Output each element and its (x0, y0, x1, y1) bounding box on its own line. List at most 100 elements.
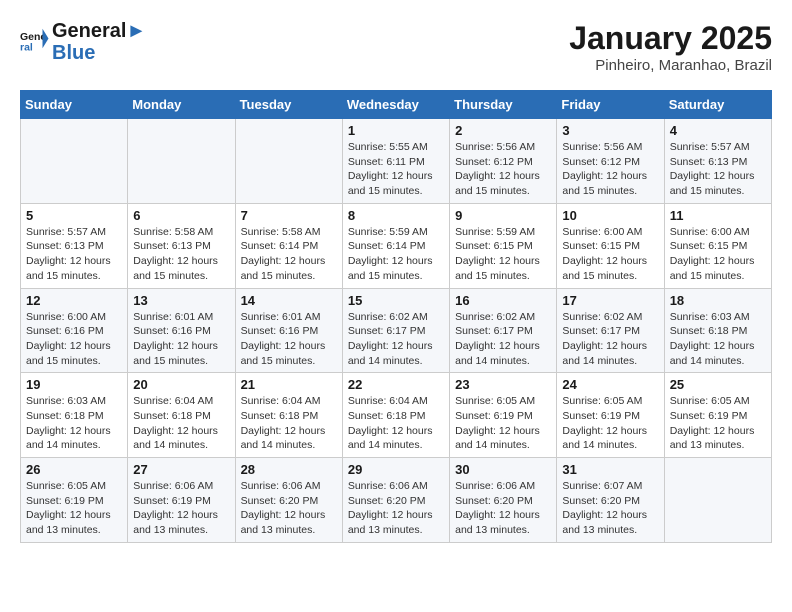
day-detail: Sunrise: 5:59 AM Sunset: 6:14 PM Dayligh… (348, 225, 444, 284)
day-detail: Sunrise: 6:01 AM Sunset: 6:16 PM Dayligh… (241, 310, 337, 369)
day-number: 21 (241, 377, 337, 392)
day-number: 25 (670, 377, 766, 392)
calendar-table: Sunday Monday Tuesday Wednesday Thursday… (20, 90, 772, 543)
day-number: 2 (455, 123, 551, 138)
day-detail: Sunrise: 6:02 AM Sunset: 6:17 PM Dayligh… (562, 310, 658, 369)
day-detail: Sunrise: 6:00 AM Sunset: 6:15 PM Dayligh… (562, 225, 658, 284)
table-row: 25 Sunrise: 6:05 AM Sunset: 6:19 PM Dayli… (664, 373, 771, 458)
col-saturday: Saturday (664, 91, 771, 119)
day-number: 3 (562, 123, 658, 138)
day-number: 6 (133, 208, 229, 223)
day-number: 11 (670, 208, 766, 223)
table-row: 27 Sunrise: 6:06 AM Sunset: 6:19 PM Dayli… (128, 458, 235, 543)
table-row: 4 Sunrise: 5:57 AM Sunset: 6:13 PM Daylig… (664, 119, 771, 204)
table-row (21, 119, 128, 204)
day-number: 19 (26, 377, 122, 392)
table-row: 14 Sunrise: 6:01 AM Sunset: 6:16 PM Dayli… (235, 288, 342, 373)
day-number: 24 (562, 377, 658, 392)
day-detail: Sunrise: 6:06 AM Sunset: 6:19 PM Dayligh… (133, 479, 229, 538)
day-number: 16 (455, 293, 551, 308)
day-number: 26 (26, 462, 122, 477)
calendar-week-row: 26 Sunrise: 6:05 AM Sunset: 6:19 PM Dayli… (21, 458, 772, 543)
day-number: 22 (348, 377, 444, 392)
col-thursday: Thursday (450, 91, 557, 119)
day-detail: Sunrise: 6:06 AM Sunset: 6:20 PM Dayligh… (241, 479, 337, 538)
day-number: 7 (241, 208, 337, 223)
logo-text-line1: General► (52, 20, 146, 42)
col-monday: Monday (128, 91, 235, 119)
day-number: 9 (455, 208, 551, 223)
day-detail: Sunrise: 5:56 AM Sunset: 6:12 PM Dayligh… (562, 140, 658, 199)
table-row: 9 Sunrise: 5:59 AM Sunset: 6:15 PM Daylig… (450, 203, 557, 288)
col-tuesday: Tuesday (235, 91, 342, 119)
col-wednesday: Wednesday (342, 91, 449, 119)
table-row: 1 Sunrise: 5:55 AM Sunset: 6:11 PM Daylig… (342, 119, 449, 204)
day-number: 17 (562, 293, 658, 308)
table-row: 13 Sunrise: 6:01 AM Sunset: 6:16 PM Dayli… (128, 288, 235, 373)
day-detail: Sunrise: 6:00 AM Sunset: 6:16 PM Dayligh… (26, 310, 122, 369)
location-subtitle: Pinheiro, Maranhao, Brazil (569, 57, 772, 74)
day-number: 13 (133, 293, 229, 308)
table-row: 31 Sunrise: 6:07 AM Sunset: 6:20 PM Dayli… (557, 458, 664, 543)
day-number: 31 (562, 462, 658, 477)
table-row: 16Sunrise: 6:02 AM Sunset: 6:17 PM Dayli… (450, 288, 557, 373)
day-number: 30 (455, 462, 551, 477)
day-number: 5 (26, 208, 122, 223)
table-row: 23Sunrise: 6:05 AM Sunset: 6:19 PM Dayli… (450, 373, 557, 458)
col-sunday: Sunday (21, 91, 128, 119)
table-row: 26 Sunrise: 6:05 AM Sunset: 6:19 PM Dayli… (21, 458, 128, 543)
table-row: 24 Sunrise: 6:05 AM Sunset: 6:19 PM Dayli… (557, 373, 664, 458)
col-friday: Friday (557, 91, 664, 119)
day-detail: Sunrise: 6:05 AM Sunset: 6:19 PM Dayligh… (26, 479, 122, 538)
table-row: 15 Sunrise: 6:02 AM Sunset: 6:17 PM Dayli… (342, 288, 449, 373)
table-row (664, 458, 771, 543)
table-row: 2 Sunrise: 5:56 AM Sunset: 6:12 PM Daylig… (450, 119, 557, 204)
day-detail: Sunrise: 6:02 AM Sunset: 6:17 PM Dayligh… (348, 310, 444, 369)
logo: Gene ral General► Blue (20, 20, 146, 64)
day-detail: Sunrise: 5:56 AM Sunset: 6:12 PM Dayligh… (455, 140, 551, 199)
month-title: January 2025 (569, 20, 772, 57)
logo-icon: Gene ral (20, 25, 50, 55)
day-number: 27 (133, 462, 229, 477)
table-row: 3 Sunrise: 5:56 AM Sunset: 6:12 PM Daylig… (557, 119, 664, 204)
day-detail: Sunrise: 6:07 AM Sunset: 6:20 PM Dayligh… (562, 479, 658, 538)
day-number: 20 (133, 377, 229, 392)
table-row: 10 Sunrise: 6:00 AM Sunset: 6:15 PM Dayli… (557, 203, 664, 288)
calendar-header-row: Sunday Monday Tuesday Wednesday Thursday… (21, 91, 772, 119)
logo-text-line2: Blue (52, 42, 146, 64)
page-header: Gene ral General► Blue January 2025 Pinh… (20, 20, 772, 74)
day-number: 4 (670, 123, 766, 138)
table-row: 22Sunrise: 6:04 AM Sunset: 6:18 PM Dayli… (342, 373, 449, 458)
day-number: 1 (348, 123, 444, 138)
day-detail: Sunrise: 5:59 AM Sunset: 6:15 PM Dayligh… (455, 225, 551, 284)
calendar-week-row: 12Sunrise: 6:00 AM Sunset: 6:16 PM Dayli… (21, 288, 772, 373)
table-row: 6Sunrise: 5:58 AM Sunset: 6:13 PM Daylig… (128, 203, 235, 288)
day-number: 10 (562, 208, 658, 223)
calendar-week-row: 1 Sunrise: 5:55 AM Sunset: 6:11 PM Daylig… (21, 119, 772, 204)
calendar-week-row: 19Sunrise: 6:03 AM Sunset: 6:18 PM Dayli… (21, 373, 772, 458)
table-row (128, 119, 235, 204)
day-detail: Sunrise: 6:05 AM Sunset: 6:19 PM Dayligh… (562, 394, 658, 453)
table-row: 28 Sunrise: 6:06 AM Sunset: 6:20 PM Dayli… (235, 458, 342, 543)
table-row: 18Sunrise: 6:03 AM Sunset: 6:18 PM Dayli… (664, 288, 771, 373)
table-row: 8 Sunrise: 5:59 AM Sunset: 6:14 PM Daylig… (342, 203, 449, 288)
day-detail: Sunrise: 5:55 AM Sunset: 6:11 PM Dayligh… (348, 140, 444, 199)
title-block: January 2025 Pinheiro, Maranhao, Brazil (569, 20, 772, 74)
day-number: 14 (241, 293, 337, 308)
day-number: 28 (241, 462, 337, 477)
table-row: 7 Sunrise: 5:58 AM Sunset: 6:14 PM Daylig… (235, 203, 342, 288)
day-detail: Sunrise: 5:58 AM Sunset: 6:14 PM Dayligh… (241, 225, 337, 284)
day-detail: Sunrise: 6:03 AM Sunset: 6:18 PM Dayligh… (670, 310, 766, 369)
day-detail: Sunrise: 6:01 AM Sunset: 6:16 PM Dayligh… (133, 310, 229, 369)
day-detail: Sunrise: 5:57 AM Sunset: 6:13 PM Dayligh… (26, 225, 122, 284)
day-detail: Sunrise: 6:04 AM Sunset: 6:18 PM Dayligh… (133, 394, 229, 453)
day-number: 15 (348, 293, 444, 308)
day-detail: Sunrise: 6:06 AM Sunset: 6:20 PM Dayligh… (455, 479, 551, 538)
day-detail: Sunrise: 5:57 AM Sunset: 6:13 PM Dayligh… (670, 140, 766, 199)
table-row: 5 Sunrise: 5:57 AM Sunset: 6:13 PM Daylig… (21, 203, 128, 288)
svg-text:ral: ral (20, 42, 33, 54)
day-number: 8 (348, 208, 444, 223)
table-row: 20 Sunrise: 6:04 AM Sunset: 6:18 PM Dayli… (128, 373, 235, 458)
day-detail: Sunrise: 6:05 AM Sunset: 6:19 PM Dayligh… (670, 394, 766, 453)
day-detail: Sunrise: 6:04 AM Sunset: 6:18 PM Dayligh… (241, 394, 337, 453)
